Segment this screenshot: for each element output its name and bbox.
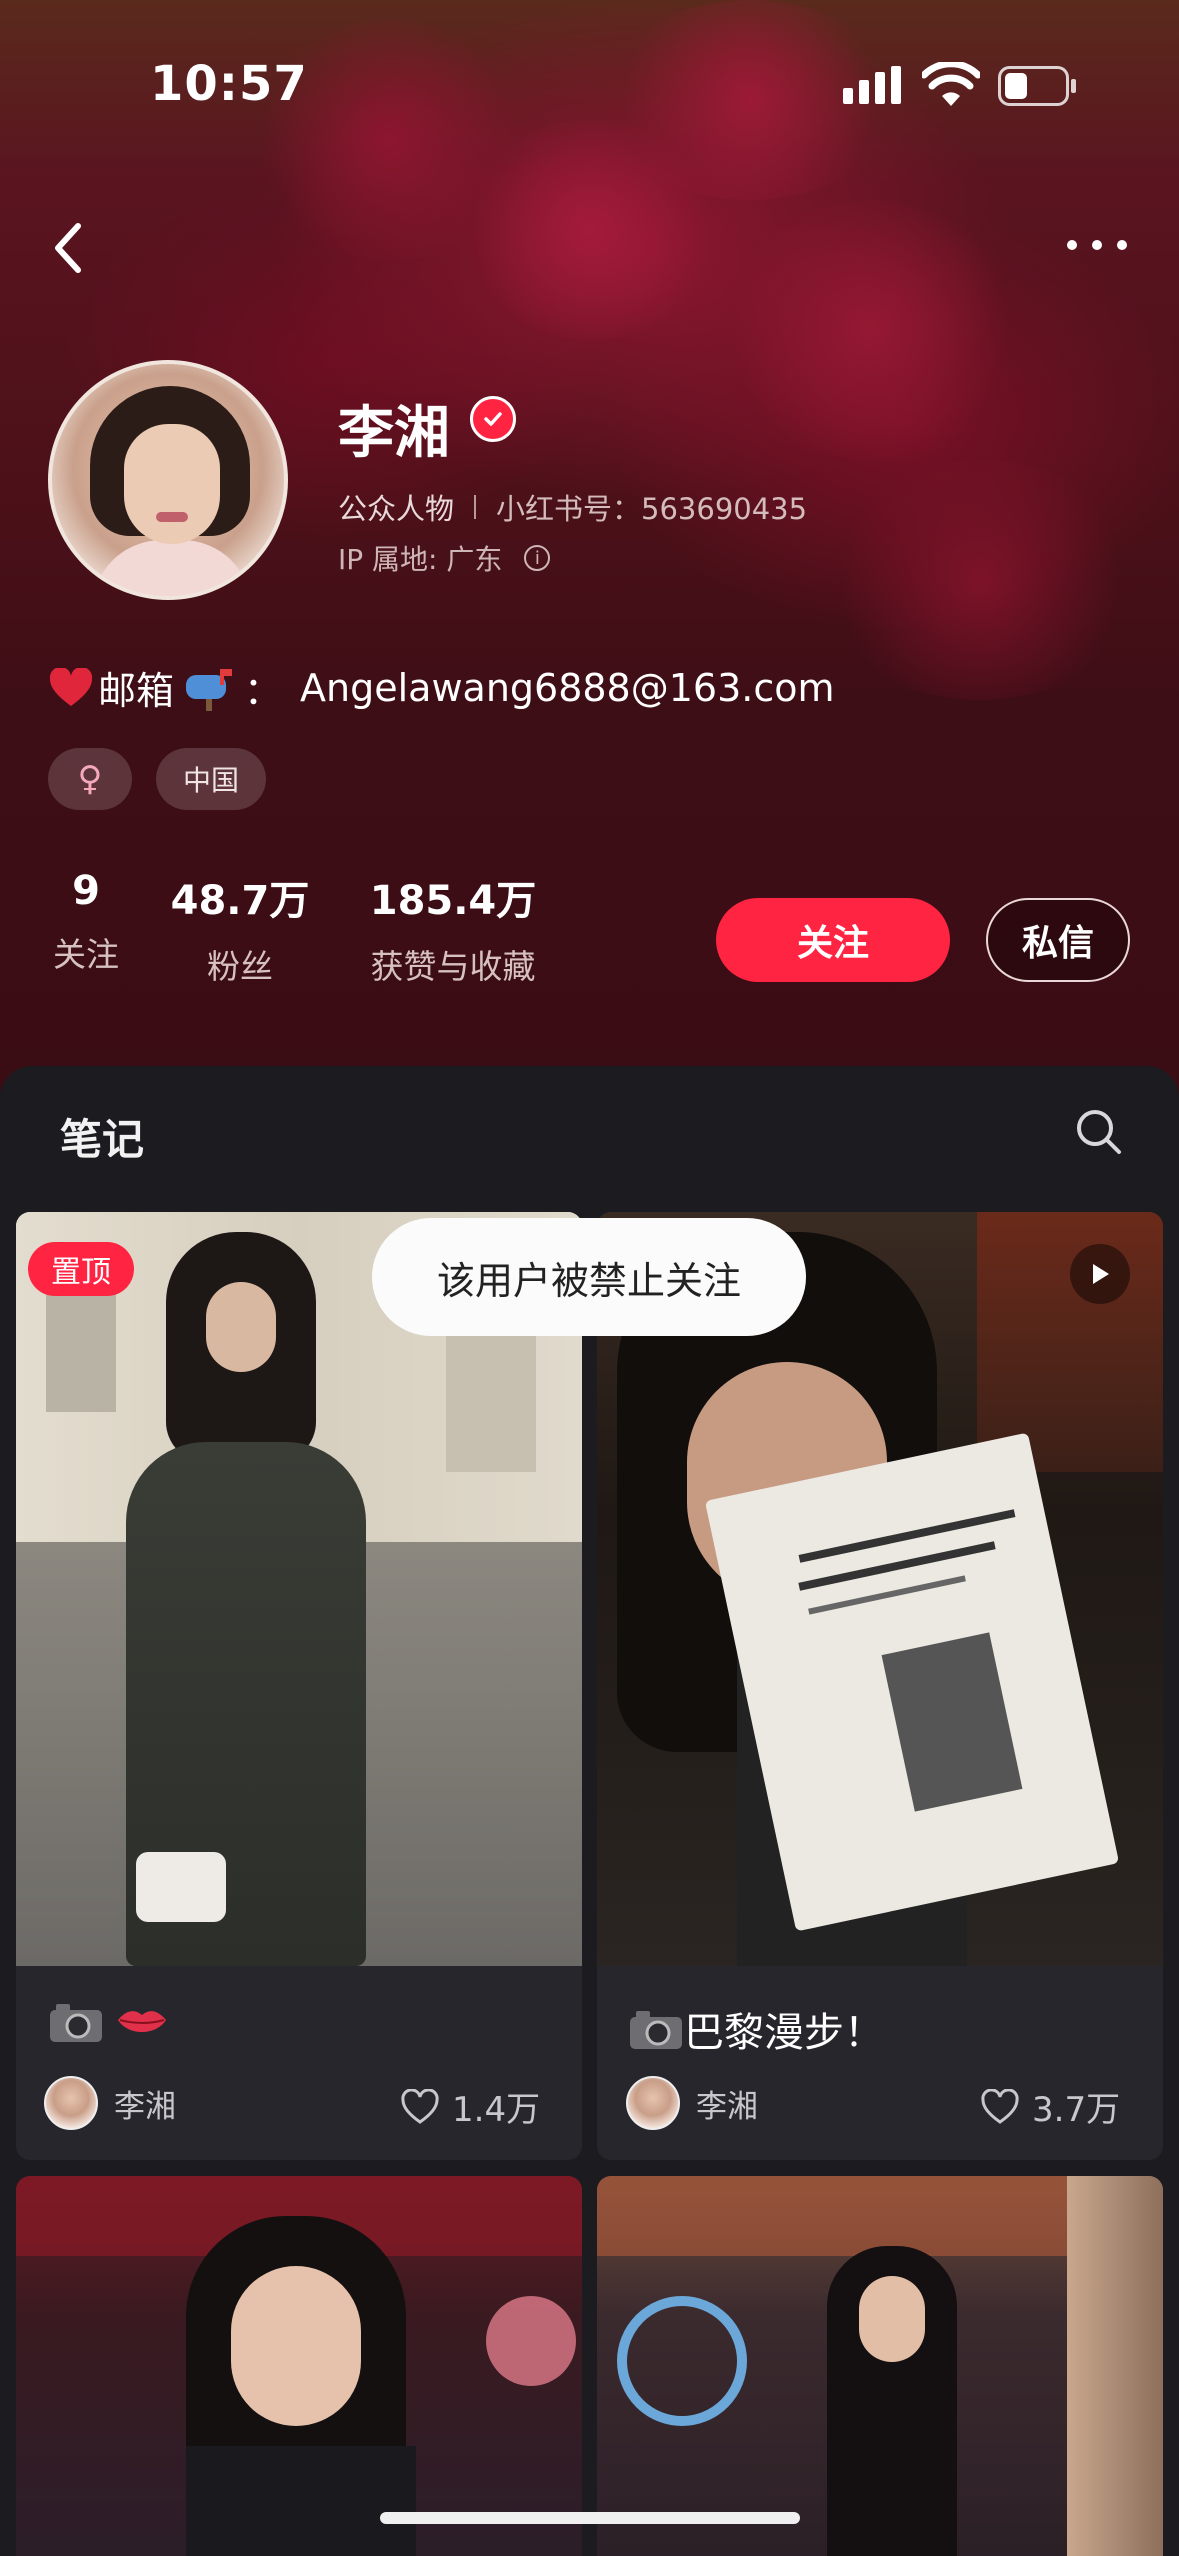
note-author[interactable]: 李湘 <box>44 2076 176 2130</box>
mailbox-icon <box>186 668 233 711</box>
cellular-signal-icon <box>843 66 901 104</box>
battery-icon <box>998 66 1076 106</box>
note-title: 巴黎漫步！ <box>628 2000 884 2058</box>
message-button[interactable]: 私信 <box>986 898 1130 982</box>
stat-likes[interactable]: 185.4万 获赞与收藏 <box>358 868 548 988</box>
author-avatar <box>626 2076 680 2130</box>
bio-email: Angelawang6888@163.com <box>300 665 835 710</box>
pinned-badge: 置顶 <box>28 1242 134 1296</box>
profile-meta: 公众人物 小红书号：563690435 <box>338 486 807 528</box>
note-card[interactable] <box>597 2176 1163 2556</box>
verified-icon <box>470 396 516 442</box>
author-avatar <box>44 2076 98 2130</box>
red-heart-icon <box>49 667 93 706</box>
lips-icon <box>118 2011 166 2032</box>
gender-tag: ♀ <box>48 748 132 810</box>
stat-likes-label: 获赞与收藏 <box>370 947 536 986</box>
note-cover-image <box>597 2176 1163 2556</box>
bio-colon: ： <box>244 669 283 713</box>
toast-message: 该用户被禁止关注 <box>372 1218 806 1336</box>
camera-icon <box>630 2011 682 2049</box>
video-play-icon <box>1070 1244 1130 1304</box>
bio-prefix: 邮箱 <box>98 669 175 713</box>
info-icon[interactable]: i <box>524 545 551 571</box>
profile-category: 公众人物 <box>338 492 455 526</box>
stat-following[interactable]: 9 关注 <box>46 868 126 976</box>
status-bar: 10:57 <box>0 0 1179 170</box>
home-indicator[interactable] <box>380 2512 800 2524</box>
note-likes-count: 3.7万 <box>1032 2090 1121 2130</box>
stat-fans[interactable]: 48.7万 粉丝 <box>170 868 310 988</box>
wifi-icon <box>922 62 980 106</box>
note-card[interactable] <box>16 2176 582 2556</box>
stat-following-label: 关注 <box>53 935 119 974</box>
follow-button[interactable]: 关注 <box>716 898 950 982</box>
profile-xhs-id: 小红书号：563690435 <box>496 492 808 526</box>
stat-fans-label: 粉丝 <box>207 947 273 986</box>
note-title <box>48 2000 170 2044</box>
more-icon[interactable] <box>1062 234 1132 256</box>
stat-fans-value: 48.7万 <box>170 878 310 924</box>
stat-following-value: 9 <box>72 868 100 914</box>
back-icon[interactable] <box>48 218 88 278</box>
status-time: 10:57 <box>150 56 308 112</box>
note-likes[interactable]: 3.7万 <box>980 2082 1120 2131</box>
note-likes[interactable]: 1.4万 <box>400 2082 540 2131</box>
region-tag: 中国 <box>156 748 266 810</box>
notes-tab[interactable]: 笔记 <box>60 1106 144 1167</box>
heart-icon <box>981 2088 1019 2124</box>
author-name: 李湘 <box>114 2088 176 2125</box>
note-likes-count: 1.4万 <box>452 2090 541 2130</box>
profile-bio: 邮箱 ： Angelawang6888@163.com <box>48 660 835 715</box>
camera-icon <box>50 2004 102 2042</box>
author-name: 李湘 <box>696 2088 758 2125</box>
ip-location-text: IP 属地: 广东 <box>338 543 503 576</box>
ip-location: IP 属地: 广东 i <box>338 538 551 578</box>
search-icon[interactable] <box>1074 1107 1124 1157</box>
note-author[interactable]: 李湘 <box>626 2076 758 2130</box>
note-title-text: 巴黎漫步！ <box>684 2010 884 2056</box>
heart-icon <box>401 2088 439 2124</box>
note-cover-image <box>16 2176 582 2556</box>
stat-likes-value: 185.4万 <box>369 878 537 924</box>
avatar[interactable] <box>48 360 288 600</box>
profile-name: 李湘 <box>338 401 450 466</box>
